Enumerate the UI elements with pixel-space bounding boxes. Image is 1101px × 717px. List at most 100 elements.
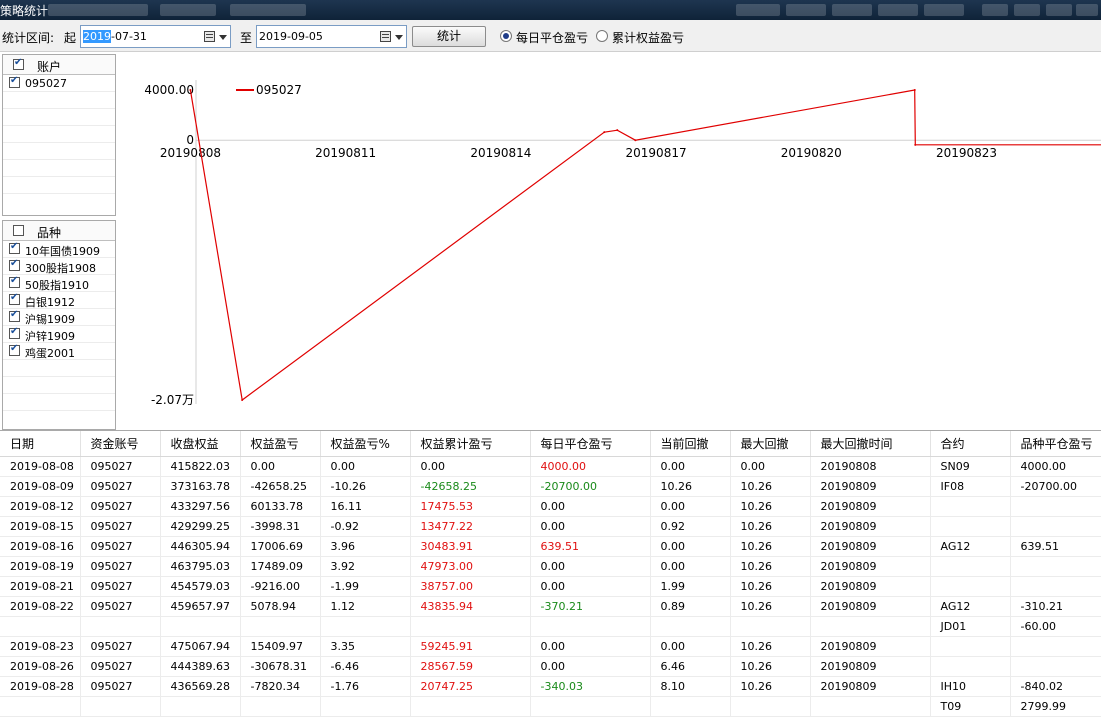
checkbox[interactable]	[9, 292, 20, 305]
table-row[interactable]: 2019-08-12 095027 433297.56 60133.78 16.11 17…	[0, 496, 1101, 517]
titlebar-tab-blurred[interactable]	[48, 4, 148, 16]
data-point	[616, 129, 619, 132]
table-cell	[410, 616, 531, 637]
table-cell: 17006.69	[240, 536, 321, 557]
titlebar-button-blurred[interactable]	[832, 4, 872, 16]
calendar-icon[interactable]	[204, 31, 215, 42]
maximize-button[interactable]	[1014, 4, 1040, 16]
table-cell	[1010, 556, 1101, 577]
table-cell: 2019-08-26	[0, 656, 81, 677]
table-cell: 0.00	[240, 456, 321, 477]
chevron-down-icon[interactable]	[395, 35, 403, 40]
column-header[interactable]: 品种平仓盈亏	[1010, 431, 1101, 457]
table-row[interactable]: 2019-08-23 095027 475067.94 15409.97 3.35 592…	[0, 636, 1101, 657]
column-header[interactable]: 收盘权益	[160, 431, 241, 457]
table-cell: 2799.99	[1010, 696, 1101, 717]
titlebar-button-blurred[interactable]	[878, 4, 918, 16]
column-header[interactable]: 资金账号	[80, 431, 161, 457]
chevron-down-icon[interactable]	[219, 35, 227, 40]
close-button[interactable]	[1076, 4, 1098, 16]
list-item[interactable]: 300股指1908	[3, 258, 115, 275]
checkbox[interactable]	[9, 241, 20, 254]
data-point	[914, 143, 917, 146]
titlebar-tab-blurred[interactable]	[230, 4, 306, 16]
titlebar-button-blurred[interactable]	[736, 4, 780, 16]
titlebar-button-blurred[interactable]	[786, 4, 826, 16]
table-row[interactable]: JD01 -60.00	[0, 616, 1101, 637]
table-cell: 20190809	[810, 556, 931, 577]
column-header[interactable]: 权益累计盈亏	[410, 431, 531, 457]
start-label: 起	[64, 31, 77, 45]
list-item[interactable]: 沪锡1909	[3, 309, 115, 326]
column-header[interactable]: 合约	[930, 431, 1011, 457]
table-row[interactable]: T09 2799.99	[0, 696, 1101, 717]
restore-button[interactable]	[1046, 4, 1072, 16]
table-cell: 47973.00	[410, 556, 531, 577]
column-header[interactable]: 最大回撤	[730, 431, 811, 457]
accounts-select-all-checkbox[interactable]	[13, 57, 24, 70]
table-row[interactable]: 2019-08-09 095027 373163.78 -42658.25 -10.26…	[0, 476, 1101, 497]
list-item[interactable]: 10年国债1909	[3, 241, 115, 258]
minimize-button[interactable]	[982, 4, 1008, 16]
varieties-select-all-checkbox[interactable]	[13, 225, 24, 236]
table-cell: 095027	[80, 456, 161, 477]
table-row[interactable]: 2019-08-26 095027 444389.63 -30678.31 -6.46 2…	[0, 656, 1101, 677]
titlebar-button-blurred[interactable]	[924, 4, 964, 16]
table-cell: 2019-08-23	[0, 636, 81, 657]
checkbox[interactable]	[9, 275, 20, 288]
table-cell: -10.26	[320, 476, 411, 497]
table-row[interactable]: 2019-08-22 095027 459657.97 5078.94 1.12 4383…	[0, 596, 1101, 617]
checkbox[interactable]	[9, 309, 20, 322]
table-cell: 0.00	[320, 456, 411, 477]
table-cell: 3.35	[320, 636, 411, 657]
table-cell: 454579.03	[160, 576, 241, 597]
column-header[interactable]: 权益盈亏	[240, 431, 321, 457]
calendar-icon[interactable]	[380, 31, 391, 42]
table-row[interactable]: 2019-08-08 095027 415822.03 0.00 0.00 0.00 400…	[0, 456, 1101, 477]
column-header[interactable]: 最大回撤时间	[810, 431, 931, 457]
table-cell: 0.00	[530, 656, 651, 677]
list-item[interactable]: 50股指1910	[3, 275, 115, 292]
list-item[interactable]: 鸡蛋2001	[3, 343, 115, 360]
table-row[interactable]: 2019-08-21 095027 454579.03 -9216.00 -1.99 38…	[0, 576, 1101, 597]
list-item[interactable]: 沪锌1909	[3, 326, 115, 343]
table-cell: 17489.09	[240, 556, 321, 577]
table-row[interactable]: 2019-08-16 095027 446305.94 17006.69 3.96 304…	[0, 536, 1101, 557]
data-point	[189, 89, 192, 91]
table-cell: 10.26	[730, 476, 811, 497]
x-tick-label: 20190808	[160, 146, 221, 160]
cumulative-pnl-label[interactable]: 累计权益盈亏	[612, 29, 684, 46]
table-cell	[530, 616, 651, 637]
cumulative-pnl-radio[interactable]	[596, 30, 608, 42]
pnl-line-chart: 4000.00 0 -2.07万 20190808 20190811 20190814 20…	[144, 80, 1101, 407]
column-header[interactable]: 日期	[0, 431, 81, 457]
table-cell: 2019-08-09	[0, 476, 81, 497]
table-cell: 2019-08-19	[0, 556, 81, 577]
title-bar: 策略统计	[0, 0, 1101, 20]
list-item[interactable]: 白银1912	[3, 292, 115, 309]
table-cell	[1010, 636, 1101, 657]
end-date-value: 2019-09-05	[259, 30, 323, 43]
table-row[interactable]: 2019-08-19 095027 463795.03 17489.09 3.92 479…	[0, 556, 1101, 577]
table-row[interactable]: 2019-08-28 095027 436569.28 -7820.34 -1.76 20…	[0, 676, 1101, 697]
daily-pnl-radio[interactable]	[500, 30, 512, 42]
column-header[interactable]: 每日平仓盈亏	[530, 431, 651, 457]
column-header[interactable]: 权益盈亏%	[320, 431, 411, 457]
stat-button[interactable]: 统计	[412, 26, 486, 47]
column-header[interactable]: 当前回撤	[650, 431, 731, 457]
titlebar-tab-blurred[interactable]	[160, 4, 216, 16]
checkbox[interactable]	[9, 343, 20, 356]
start-date-picker[interactable]: 2019-07-31	[80, 25, 231, 48]
checkbox[interactable]	[9, 326, 20, 339]
end-date-picker[interactable]: 2019-09-05	[256, 25, 407, 48]
table-cell: 59245.91	[410, 636, 531, 657]
list-item[interactable]: 095027	[3, 75, 115, 92]
accounts-panel: 账户 095027	[2, 54, 116, 216]
daily-pnl-label[interactable]: 每日平仓盈亏	[516, 29, 588, 46]
checkbox[interactable]	[9, 258, 20, 271]
data-point	[913, 89, 916, 91]
checkbox[interactable]	[9, 75, 20, 88]
table-cell: 20190808	[810, 456, 931, 477]
table-cell: 2019-08-08	[0, 456, 81, 477]
table-row[interactable]: 2019-08-15 095027 429299.25 -3998.31 -0.92 13…	[0, 516, 1101, 537]
